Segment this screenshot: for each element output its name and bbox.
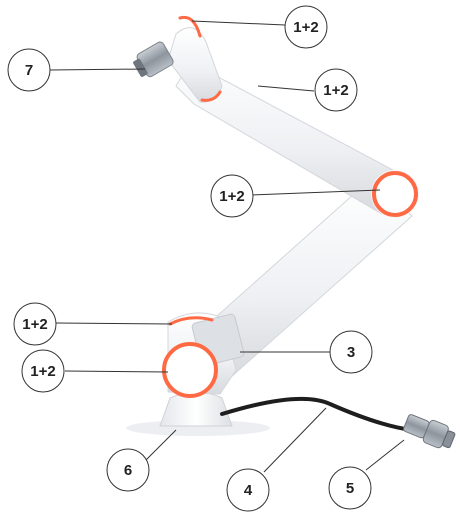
robot-arm-diagram: 1+2 7 1+2 1+2 1+2 1+2 3 6 4 5 — [7, 5, 456, 512]
callout-label: 5 — [346, 480, 354, 497]
callout-connector: 5 — [328, 466, 372, 510]
callout-label: 6 — [124, 462, 132, 479]
leader-line — [55, 322, 173, 325]
callout-label: 7 — [25, 62, 33, 79]
wrist-housing — [167, 27, 223, 103]
leader-line — [263, 407, 327, 473]
leader-line — [365, 439, 405, 471]
callout-label: 3 — [347, 344, 355, 361]
callout-label: 1+2 — [22, 316, 47, 333]
robot-arm — [126, 15, 456, 449]
elbow-joint-ring — [372, 171, 418, 217]
callout-base: 6 — [106, 448, 150, 492]
leader-line — [257, 85, 315, 92]
leader-line — [64, 370, 169, 373]
callout-label: 4 — [244, 482, 253, 499]
callout-label: 1+2 — [30, 363, 55, 380]
leader-line — [49, 68, 146, 71]
callout-base-joint: 1+2 — [21, 349, 65, 393]
callout-wrist-lower: 1+2 — [314, 68, 358, 112]
leader-line — [191, 20, 286, 26]
callout-elbow: 1+2 — [210, 174, 254, 218]
callout-label: 1+2 — [293, 19, 318, 36]
callout-cable: 4 — [226, 468, 270, 512]
callout-wrist-top: 1+2 — [284, 5, 328, 49]
callout-label: 1+2 — [219, 188, 244, 205]
base-joint-ring — [162, 342, 218, 398]
tool-flange — [133, 41, 174, 78]
callout-tool-flange: 7 — [7, 48, 51, 92]
callout-label: 1+2 — [323, 82, 348, 99]
callout-collar: 3 — [329, 330, 373, 374]
callout-shoulder: 1+2 — [13, 302, 57, 346]
cable-connector — [403, 414, 456, 449]
